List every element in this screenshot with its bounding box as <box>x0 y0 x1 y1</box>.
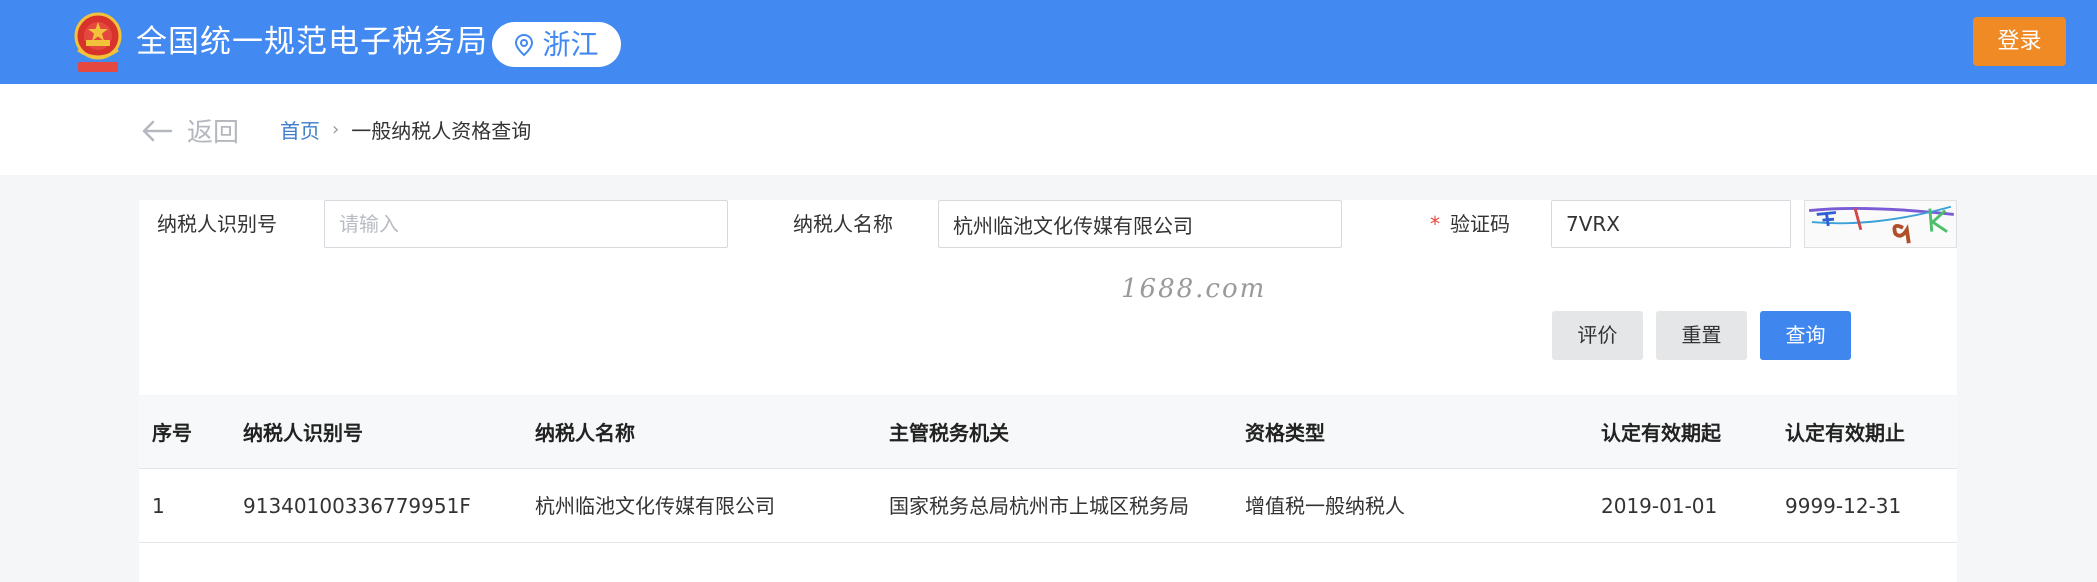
breadcrumb-home-link[interactable]: 首页 <box>280 115 320 144</box>
taxpayer-name-label: 纳税人名称 <box>793 212 893 236</box>
breadcrumb: 首页 › 一般纳税人资格查询 <box>280 115 531 144</box>
table-cell: 增值税一般纳税人 <box>1245 494 1405 518</box>
table-cell: 2019-01-01 <box>1601 494 1718 518</box>
login-button[interactable]: 登录 <box>1973 17 2066 66</box>
taxpayer-id-label: 纳税人识别号 <box>157 212 277 236</box>
site-title: 全国统一规范电子税务局 <box>136 24 488 60</box>
query-button[interactable]: 查询 <box>1760 311 1851 360</box>
navigation-bar: 返回 首页 › 一般纳税人资格查询 <box>0 84 2097 175</box>
arrow-left-icon <box>142 120 173 141</box>
query-form: 纳税人识别号 纳税人名称 * 验证码 1688.com 评价 重置 查询 <box>139 200 1957 395</box>
table-header: 序号 纳税人识别号 纳税人名称 主管税务机关 资格类型 认定有效期起 认定有效期… <box>139 397 1957 469</box>
column-header: 纳税人识别号 <box>243 421 363 445</box>
column-header: 序号 <box>152 421 192 445</box>
evaluate-button[interactable]: 评价 <box>1552 311 1643 360</box>
column-header: 认定有效期止 <box>1785 421 1905 445</box>
national-emblem-icon <box>74 12 122 72</box>
column-header: 认定有效期起 <box>1601 421 1721 445</box>
captcha-image[interactable] <box>1804 200 1957 248</box>
location-pin-icon <box>515 33 534 56</box>
table-cell: 9999-12-31 <box>1785 494 1902 518</box>
captcha-label-text: 验证码 <box>1450 212 1510 236</box>
required-mark: * <box>1430 212 1440 236</box>
taxpayer-name-input[interactable] <box>938 200 1342 248</box>
column-header: 主管税务机关 <box>889 421 1009 445</box>
table-cell: 1 <box>152 494 165 518</box>
results-table: 序号 纳税人识别号 纳税人名称 主管税务机关 资格类型 认定有效期起 认定有效期… <box>139 397 1957 582</box>
breadcrumb-current: 一般纳税人资格查询 <box>351 119 532 143</box>
watermark: 1688.com <box>1121 274 1267 304</box>
captcha-input[interactable] <box>1551 200 1791 248</box>
region-selector[interactable]: 浙江 <box>492 22 621 67</box>
back-button[interactable]: 返回 <box>141 112 239 149</box>
back-label: 返回 <box>187 118 240 148</box>
column-header: 资格类型 <box>1245 421 1325 445</box>
table-cell: 国家税务总局杭州市上城区税务局 <box>889 494 1189 518</box>
table-row: 1 91340100336779951F 杭州临池文化传媒有限公司 国家税务总局… <box>139 469 1957 543</box>
region-label: 浙江 <box>542 28 599 61</box>
captcha-label: * 验证码 <box>1430 200 1510 248</box>
top-header: 全国统一规范电子税务局 浙江 登录 <box>0 0 2097 84</box>
column-header: 纳税人名称 <box>535 421 635 445</box>
reset-button[interactable]: 重置 <box>1656 311 1747 360</box>
table-cell: 杭州临池文化传媒有限公司 <box>535 494 775 518</box>
breadcrumb-separator: › <box>332 119 340 140</box>
table-cell: 91340100336779951F <box>243 494 471 518</box>
taxpayer-id-input[interactable] <box>324 200 728 248</box>
